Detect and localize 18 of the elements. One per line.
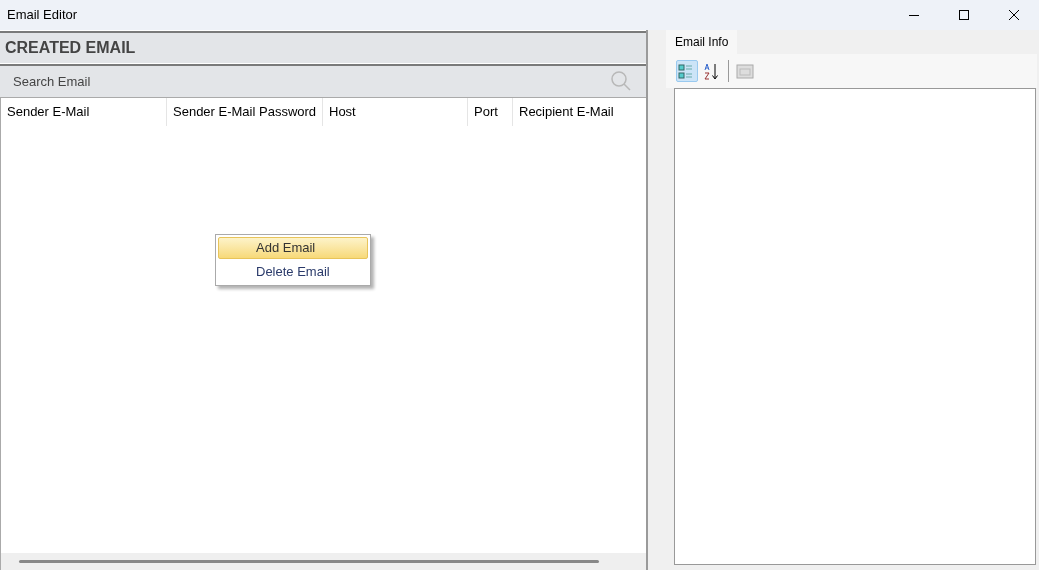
- maximize-icon: [958, 9, 970, 21]
- menu-item[interactable]: Delete Email: [218, 261, 368, 283]
- column-header[interactable]: Sender E-Mail: [1, 98, 167, 126]
- property-pages-icon: [735, 61, 755, 81]
- close-icon: [1008, 9, 1020, 21]
- tab[interactable]: Email Info: [666, 30, 738, 54]
- column-header[interactable]: Port: [468, 98, 513, 126]
- horizontal-scrollbar[interactable]: [1, 553, 646, 570]
- search-field[interactable]: Search Email: [0, 64, 646, 97]
- scrollbar-thumb[interactable]: [19, 560, 599, 563]
- window-title: Email Editor: [6, 6, 78, 25]
- column-header[interactable]: Sender E-Mail Password: [167, 98, 323, 126]
- column-header[interactable]: Host: [323, 98, 468, 126]
- search-icon: [610, 70, 632, 92]
- panel-title: CREATED EMAIL: [4, 38, 136, 58]
- categorized-button[interactable]: [676, 60, 698, 82]
- column-header[interactable]: Recipient E-Mail: [513, 98, 643, 126]
- menu-item[interactable]: Add Email: [218, 237, 368, 259]
